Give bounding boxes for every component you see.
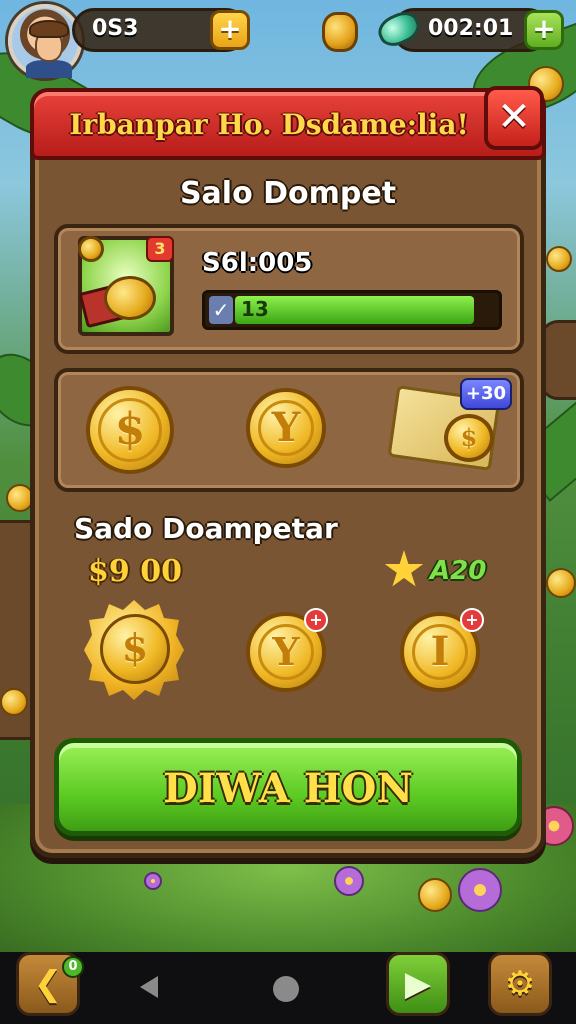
progress-value: 13 <box>241 297 269 321</box>
close-button[interactable]: ✕ <box>484 86 544 150</box>
avatar-hair <box>29 20 69 38</box>
plus-badge: + <box>304 608 328 632</box>
dialog-banner: Irbanpar Ho. Dsdame:lia! <box>30 88 546 160</box>
coin-rim <box>412 624 468 680</box>
flower-icon <box>334 866 364 896</box>
dollar-coin-offer[interactable]: $ <box>86 386 174 474</box>
check-icon: ✓ <box>209 296 233 324</box>
add-coins-button[interactable]: + <box>210 10 250 50</box>
floating-coin-icon <box>0 688 28 716</box>
coin-count: 0S3 <box>92 16 139 41</box>
balance-value: S6l:005 <box>202 248 313 278</box>
play-button[interactable]: ▶ <box>386 952 450 1016</box>
green-amount: A20 <box>430 556 487 586</box>
wallet-heading: Salo Dompet <box>179 176 397 211</box>
add-gems-button[interactable]: + <box>524 10 564 50</box>
floating-coin-icon <box>546 246 572 272</box>
small-coin-icon <box>78 236 104 262</box>
coin-rim <box>98 398 162 462</box>
gold-amount: $9 00 <box>88 554 182 589</box>
floating-coin-icon <box>418 878 452 912</box>
y-coin-offer[interactable]: Y <box>246 388 326 468</box>
wallet-coin-icon <box>104 276 156 320</box>
gem-count: 002:01 <box>428 16 514 41</box>
dollar-sign-icon: $ <box>460 423 478 452</box>
dialog-title: Irbanpar Ho. Dsdame:lia! <box>69 108 469 141</box>
claim-button-label: DIWA HON <box>163 765 413 812</box>
flower-icon <box>144 872 162 890</box>
claim-button[interactable]: DIWA HON <box>54 738 522 836</box>
notification-badge: 0 <box>62 956 84 978</box>
progress-fill <box>235 296 474 324</box>
settings-button[interactable]: ⚙ <box>488 952 552 1016</box>
system-home-icon[interactable] <box>273 976 299 1002</box>
coin-rim <box>258 400 314 456</box>
flower-icon <box>458 868 502 912</box>
gold-coin-icon <box>322 12 358 52</box>
dollar-sign-icon: $ <box>121 625 149 670</box>
floating-coin-icon <box>546 568 576 598</box>
player-avatar[interactable] <box>8 4 82 78</box>
plus-badge: + <box>460 608 484 632</box>
gear-icon: ⚙ <box>504 964 536 1004</box>
dollar-coin-face: $ <box>100 614 170 684</box>
avatar-shirt <box>26 60 72 78</box>
wallet-badge: 3 <box>146 236 174 262</box>
bonus-chat-badge: +30 <box>460 378 512 410</box>
system-back-icon[interactable] <box>140 976 158 998</box>
balance-progress-bar: ✓ 13 <box>202 290 502 330</box>
play-icon: ▶ <box>404 964 432 1004</box>
cash-coin-offer[interactable]: $ <box>444 414 494 462</box>
coin-rim <box>258 624 314 680</box>
section-heading: Sado Doampetar <box>74 512 338 545</box>
